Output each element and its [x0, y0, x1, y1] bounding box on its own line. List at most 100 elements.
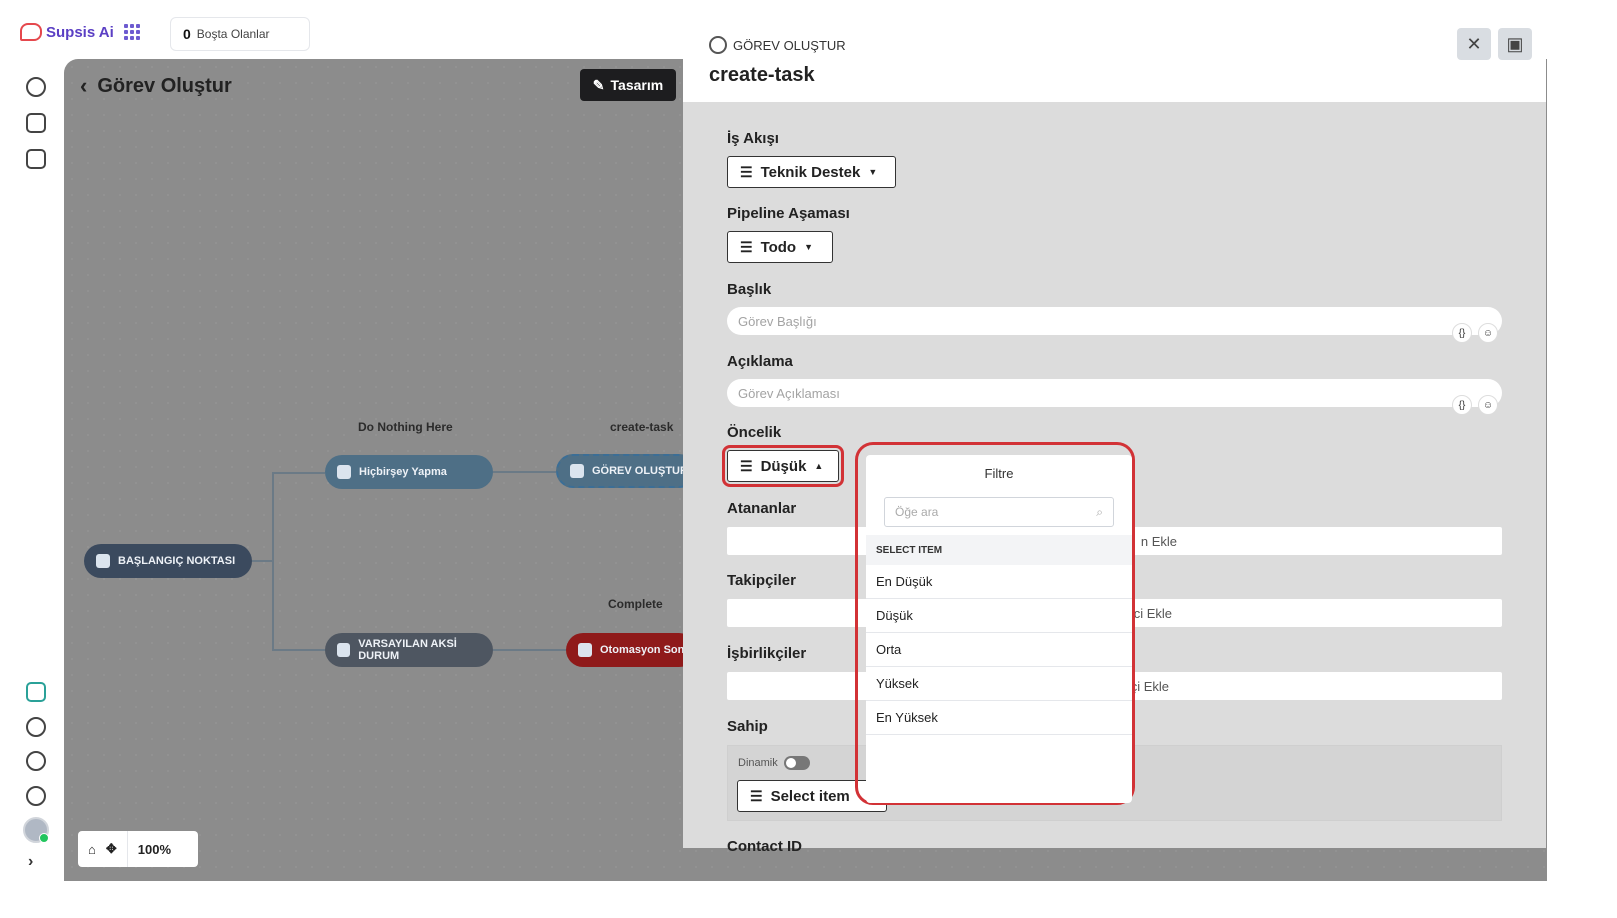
create-task-node-text: GÖREV OLUŞTUR	[592, 465, 688, 477]
edge	[272, 472, 274, 650]
task-check-icon	[570, 464, 584, 478]
top-bar: Supsis Ai 0 Boşta Olanlar	[10, 10, 710, 60]
share-icon[interactable]	[26, 717, 46, 737]
brand-logo[interactable]: Supsis Ai	[20, 23, 114, 41]
do-nothing-node-text: Hiçbirşey Yapma	[359, 466, 447, 478]
edge	[493, 649, 566, 651]
default-node-text: VARSAYILAN AKSİ DURUM	[358, 638, 457, 662]
collaborators-label: İşbirlikçiler	[727, 645, 807, 662]
priority-dropdown[interactable]: ☰ Düşük ▲	[722, 445, 844, 487]
heart-hand-icon	[337, 465, 351, 479]
back-chevron-icon[interactable]: ‹	[80, 73, 87, 99]
owner-select-value: Select item	[770, 787, 850, 805]
create-task-node[interactable]: GÖREV OLUŞTUR	[556, 454, 696, 488]
save-button[interactable]: ▣	[1498, 28, 1532, 60]
idle-agents-pill[interactable]: 0 Boşta Olanlar	[170, 17, 310, 51]
idle-label: Boşta Olanlar	[196, 27, 270, 41]
home-icon[interactable]: ⌂	[88, 842, 96, 857]
dynamic-toggle-row: Dinamik	[738, 756, 810, 770]
edge	[493, 471, 556, 473]
edge	[272, 649, 325, 651]
assignees-label: Atananlar	[727, 500, 797, 517]
priority-option-medium[interactable]: Orta	[866, 633, 1132, 667]
owner-label: Sahip	[727, 718, 768, 735]
priority-option-low[interactable]: Düşük	[866, 599, 1132, 633]
panel-title: create-task	[709, 64, 815, 86]
workflow-dropdown[interactable]: ☰ Teknik Destek ▼	[727, 156, 896, 188]
code-braces-icon[interactable]: {}	[1452, 395, 1472, 415]
title-input[interactable]: Görev Başlığı {} ☺	[727, 307, 1502, 343]
filter-icon: ☰	[750, 787, 763, 804]
description-label: Açıklama	[727, 353, 793, 370]
priority-label: Öncelik	[727, 424, 782, 441]
magic-wand-icon: ✎	[592, 76, 605, 93]
design-button[interactable]: ✎ Tasarım	[580, 69, 676, 101]
filter-icon: ☰	[740, 163, 753, 180]
workflow-label: İş Akışı	[727, 130, 779, 147]
brand-name: Supsis Ai	[46, 23, 114, 41]
workflow-value: Teknik Destek	[760, 163, 861, 181]
followers-label: Takipçiler	[727, 572, 796, 589]
left-sidebar: ›	[10, 60, 64, 910]
followers-hint: ci Ekle	[1133, 605, 1172, 621]
start-node[interactable]: BAŞLANGIÇ NOKTASI	[84, 544, 252, 578]
caret-up-icon: ▲	[814, 461, 824, 471]
broken-heart-icon	[337, 643, 351, 657]
filter-icon: ☰	[740, 457, 753, 474]
item-search-input[interactable]: Öğe ara ⌕	[884, 497, 1114, 527]
caret-down-icon: ▼	[804, 242, 814, 252]
design-button-label: Tasarım	[610, 77, 664, 93]
home-icon	[96, 554, 110, 568]
zoom-controls: ⌂ ✥ 100%	[78, 831, 198, 867]
clock-icon[interactable]	[26, 751, 46, 771]
task-check-icon	[709, 36, 727, 54]
emoji-icon[interactable]: ☺	[1478, 395, 1498, 415]
stage-value: Todo	[760, 238, 797, 256]
contact-card-icon[interactable]	[26, 113, 46, 133]
end-node-text: Otomasyon Sonl	[600, 644, 688, 656]
close-button[interactable]: ✕	[1457, 28, 1491, 60]
assignees-hint: n Ekle	[1140, 533, 1177, 549]
gear-icon[interactable]	[26, 786, 46, 806]
end-node[interactable]: Otomasyon Sonl	[566, 633, 696, 667]
end-node-label: Complete	[608, 597, 663, 611]
wave-hand-icon	[578, 643, 592, 657]
priority-option-high[interactable]: Yüksek	[866, 667, 1132, 701]
dynamic-toggle[interactable]	[783, 756, 810, 770]
dashboard-icon[interactable]	[26, 682, 46, 702]
priority-option-lowest[interactable]: En Düşük	[866, 565, 1132, 599]
title-placeholder: Görev Başlığı	[738, 313, 817, 329]
avatar[interactable]	[23, 817, 49, 843]
move-icon[interactable]: ✥	[106, 841, 117, 857]
priority-option-highest[interactable]: En Yüksek	[866, 701, 1132, 735]
edge	[252, 560, 272, 562]
default-node[interactable]: VARSAYILAN AKSİ DURUM	[325, 633, 493, 667]
chat-bubbles-icon	[20, 23, 42, 41]
stage-dropdown[interactable]: ☰ Todo ▼	[727, 231, 833, 263]
emoji-icon[interactable]: ☺	[1478, 323, 1498, 343]
stage-label: Pipeline Aşaması	[727, 205, 850, 222]
search-icon: ⌕	[1096, 504, 1103, 519]
chevron-right-icon[interactable]: ›	[28, 853, 33, 871]
chat-icon[interactable]	[26, 77, 46, 97]
panel-subtitle: GÖREV OLUŞTUR	[709, 36, 846, 54]
edge	[272, 472, 325, 474]
inbox-icon[interactable]	[26, 149, 46, 169]
start-node-text: BAŞLANGIÇ NOKTASI	[118, 555, 236, 567]
panel-header: GÖREV OLUŞTUR create-task ✕ ▣	[683, 20, 1546, 102]
close-icon: ✕	[1466, 33, 1482, 54]
panel-subtitle-text: GÖREV OLUŞTUR	[733, 37, 846, 53]
page-title: ‹ Görev Oluştur	[80, 73, 232, 99]
code-braces-icon[interactable]: {}	[1452, 323, 1472, 343]
priority-value: Düşük	[760, 457, 807, 475]
collaborators-hint: çi Ekle	[1130, 678, 1169, 694]
do-nothing-node[interactable]: Hiçbirşey Yapma	[325, 455, 493, 489]
caret-down-icon: ▼	[868, 167, 878, 177]
popover-section-header: SELECT ITEM	[866, 535, 1132, 565]
apps-grid-icon[interactable]	[124, 24, 140, 40]
description-input[interactable]: Görev Açıklaması {} ☺	[727, 379, 1502, 415]
filter-icon: ☰	[740, 238, 753, 255]
contact-id-label: Contact ID	[727, 838, 802, 855]
popover-title: Filtre	[984, 465, 1014, 481]
zoom-level[interactable]: 100%	[138, 842, 171, 857]
